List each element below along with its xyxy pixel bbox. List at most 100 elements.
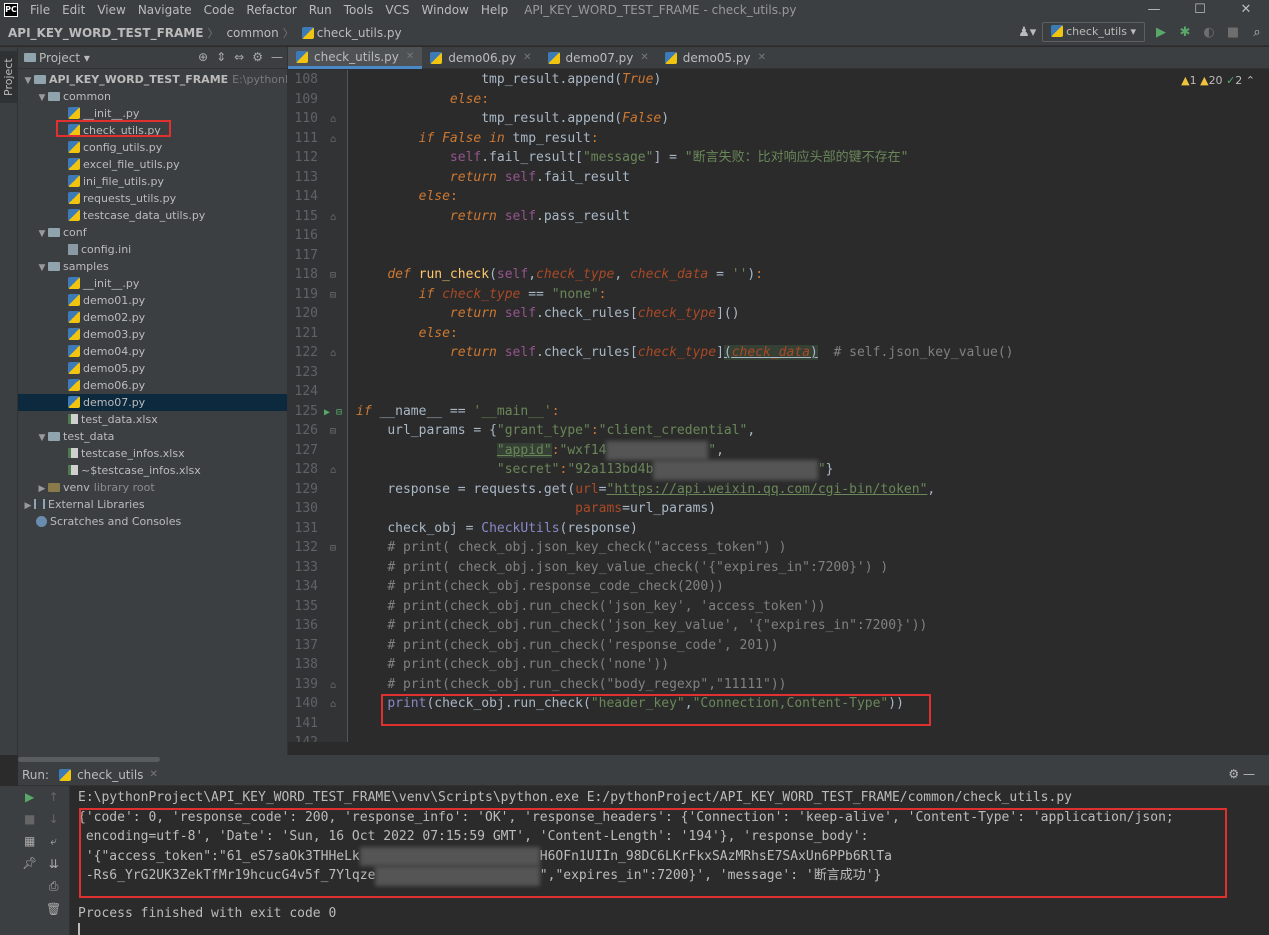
fold-icon[interactable]: ⌂ [318, 695, 348, 715]
code-line: 141 [288, 714, 1269, 734]
tree-file[interactable]: __init__.py [18, 275, 287, 292]
tree-file[interactable]: config.ini [18, 241, 287, 258]
tree-file-label: ~$testcase_infos.xlsx [81, 464, 201, 477]
menu-run[interactable]: Run [303, 0, 338, 20]
tree-file[interactable]: demo02.py [18, 309, 287, 326]
tree-folder-test-data[interactable]: ▼ test_data [18, 428, 287, 445]
fold-icon[interactable]: ⌂ [318, 130, 348, 150]
search-icon[interactable]: ⌕ [1249, 25, 1265, 40]
tree-folder-common[interactable]: ▼ common [18, 88, 287, 105]
scroll-to-end-icon[interactable]: ⇊ [49, 857, 59, 871]
user-icon[interactable]: ♟▾ [1018, 25, 1036, 40]
tree-file[interactable]: testcase_infos.xlsx [18, 445, 287, 462]
tree-file[interactable]: testcase_data_utils.py [18, 207, 287, 224]
tree-file[interactable]: demo06.py [18, 377, 287, 394]
tree-file-selected[interactable]: demo07.py [18, 394, 287, 411]
tree-file[interactable]: excel_file_utils.py [18, 156, 287, 173]
fold-icon[interactable]: ⊟ [318, 286, 348, 306]
breadcrumb-project[interactable]: API_KEY_WORD_TEST_FRAME [0, 26, 203, 40]
tree-folder-samples[interactable]: ▼ samples [18, 258, 287, 275]
tree-file[interactable]: demo04.py [18, 343, 287, 360]
menu-file[interactable]: File [24, 0, 56, 20]
menu-window[interactable]: Window [416, 0, 475, 20]
pin-icon[interactable]: 📌︎ [22, 856, 37, 870]
debug-icon[interactable]: ✱ [1177, 25, 1193, 40]
run-icon[interactable]: ▶ [1153, 25, 1169, 40]
scrollbar-thumb[interactable] [18, 757, 160, 762]
breadcrumb-file[interactable]: check_utils.py [294, 26, 402, 40]
rerun-icon[interactable]: ▶ [25, 790, 34, 804]
tree-file[interactable]: ini_file_utils.py [18, 173, 287, 190]
gear-icon[interactable]: ⚙ [252, 50, 263, 64]
fold-icon[interactable]: ⌂ [318, 208, 348, 228]
tree-file[interactable]: __init__.py [18, 105, 287, 122]
run-gutter-icon[interactable]: ▶ ⊟ [318, 403, 348, 423]
soft-wrap-icon[interactable]: ⤶ [50, 834, 57, 849]
close-tab-icon[interactable]: ✕ [523, 47, 531, 69]
print-icon[interactable]: ⎙ [49, 879, 59, 894]
tree-file[interactable]: requests_utils.py [18, 190, 287, 207]
menu-tools[interactable]: Tools [338, 0, 380, 20]
menu-help[interactable]: Help [475, 0, 514, 20]
code-param: check_data [629, 267, 709, 282]
tree-scratches[interactable]: Scratches and Consoles [18, 513, 287, 530]
fold-icon[interactable]: ⌂ [318, 676, 348, 696]
trash-icon[interactable]: 🗑︎ [46, 902, 61, 916]
menu-view[interactable]: View [91, 0, 131, 20]
tree-file[interactable]: test_data.xlsx [18, 411, 287, 428]
stop-icon[interactable]: ■ [1225, 25, 1241, 40]
tree-root[interactable]: ▼API_KEY_WORD_TEST_FRAMEE:\pythonProjec [18, 71, 287, 88]
gear-icon[interactable]: ⚙ — [1228, 767, 1255, 781]
up-arrow-icon[interactable]: ↑ [49, 790, 59, 804]
tree-folder-venv[interactable]: ▶ venv library root [18, 479, 287, 496]
close-tab-icon[interactable]: ✕ [149, 769, 157, 780]
tree-file[interactable]: demo05.py [18, 360, 287, 377]
tree-file[interactable]: demo01.py [18, 292, 287, 309]
fold-icon[interactable]: ⌂ [318, 110, 348, 130]
horizontal-scrollbar[interactable] [18, 755, 1269, 764]
tab-demo05[interactable]: demo05.py ✕ [657, 47, 774, 69]
breadcrumb-folder[interactable]: common [218, 26, 278, 40]
maximize-icon[interactable]: ☐ [1177, 0, 1223, 20]
run-tab-check-utils[interactable]: check_utils ✕ [59, 768, 158, 782]
menu-edit[interactable]: Edit [56, 0, 91, 20]
code-url[interactable]: "https://api.weixin.qq.com/cgi-bin/token… [607, 482, 928, 497]
coverage-icon[interactable]: ◐ [1201, 25, 1217, 40]
close-tab-icon[interactable]: ✕ [640, 47, 648, 69]
menu-code[interactable]: Code [198, 0, 241, 20]
tree-file[interactable]: demo03.py [18, 326, 287, 343]
run-config-select[interactable]: check_utils ▾ [1042, 22, 1145, 42]
tab-demo06[interactable]: demo06.py ✕ [422, 47, 539, 69]
close-icon[interactable]: ✕ [1223, 0, 1269, 20]
expand-all-icon[interactable]: ⇕ [216, 50, 226, 64]
tab-check-utils[interactable]: check_utils.py ✕ [288, 46, 423, 69]
line-number: 120 [294, 306, 318, 321]
menu-vcs[interactable]: VCS [379, 0, 415, 20]
tree-external-libraries[interactable]: ▶ External Libraries [18, 496, 287, 513]
tree-file-check-utils[interactable]: check_utils.py [18, 122, 287, 139]
code-editor[interactable]: ▲1 ▲20 ✓2 ⌃ 108 tmp_result.append(True) … [288, 70, 1269, 742]
project-tool-tab[interactable]: Project [0, 51, 18, 103]
fold-icon[interactable]: ⌂ [318, 461, 348, 481]
stop-icon[interactable]: ■ [24, 812, 35, 826]
locate-icon[interactable]: ⊕ [198, 50, 208, 64]
fold-icon[interactable]: ⊟ [318, 539, 348, 559]
collapse-all-icon[interactable]: ⇔ [234, 50, 244, 64]
tree-file[interactable]: config_utils.py [18, 139, 287, 156]
close-tab-icon[interactable]: ✕ [758, 47, 766, 69]
project-view-select[interactable]: Project ▾ [39, 51, 90, 65]
minimize-icon[interactable]: — [1131, 0, 1177, 20]
tree-file[interactable]: ~$testcase_infos.xlsx [18, 462, 287, 479]
fold-icon[interactable]: ⌂ [318, 344, 348, 364]
menu-navigate[interactable]: Navigate [132, 0, 198, 20]
hide-icon[interactable]: — [271, 50, 283, 64]
menu-refactor[interactable]: Refactor [240, 0, 302, 20]
down-arrow-icon[interactable]: ↓ [49, 812, 59, 826]
fold-icon[interactable]: ⊟ [318, 422, 348, 442]
layout-icon[interactable]: ▦ [24, 834, 35, 848]
close-tab-icon[interactable]: ✕ [406, 46, 414, 68]
console-output[interactable]: E:\pythonProject\API_KEY_WORD_TEST_FRAME… [70, 786, 1269, 935]
tree-folder-conf[interactable]: ▼ conf [18, 224, 287, 241]
fold-icon[interactable]: ⊟ [318, 266, 348, 286]
tab-demo07[interactable]: demo07.py ✕ [540, 47, 657, 69]
